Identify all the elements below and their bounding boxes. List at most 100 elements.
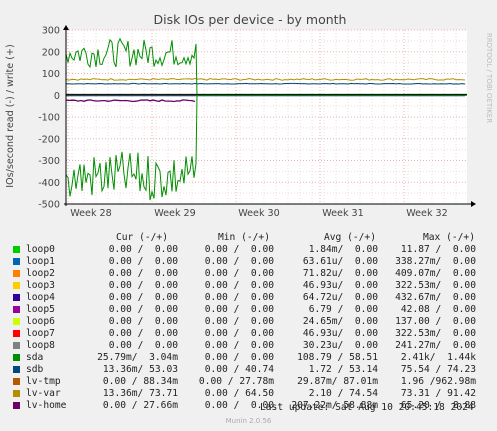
legend-name: loop6 bbox=[26, 316, 55, 327]
last-update: Last update: Sat Aug 10 20:45:18 2024 bbox=[260, 402, 474, 413]
x-tick-label: Week 28 bbox=[70, 208, 112, 219]
y-tick-label: -100 bbox=[38, 113, 60, 124]
legend-max: 2.41k/ 1.44k bbox=[400, 352, 476, 363]
legend-cur: 25.79m/ 3.04m bbox=[97, 352, 178, 363]
legend-name: loop0 bbox=[26, 244, 55, 255]
legend-swatch bbox=[13, 342, 20, 349]
legend-max: 322.53m/ 0.00 bbox=[395, 328, 476, 339]
y-tick-label: -500 bbox=[38, 200, 60, 211]
x-tick-label: Week 32 bbox=[406, 208, 448, 219]
y-tick-label: -400 bbox=[38, 178, 60, 189]
legend-name: loop5 bbox=[26, 304, 55, 315]
legend-row-lv-tmp: lv-tmp 0.00 / 88.34m 0.00 / 27.78m 29.87m/ … bbox=[0, 376, 497, 388]
legend: Cur (-/+) Min (-/+) Avg (-/+) Max (-/+) … bbox=[0, 232, 497, 412]
legend-row-loop8: loop8 0.00 / 0.00 0.00 / 0.00 30.23u/ 0.00 2… bbox=[0, 340, 497, 352]
y-tick-label: -200 bbox=[38, 134, 60, 145]
chart-title: Disk IOs per device - by month bbox=[154, 12, 347, 27]
legend-min: 0.00 / 0.00 bbox=[204, 352, 274, 363]
legend-min: 0.00 / 0.00 bbox=[204, 316, 274, 327]
legend-cur: 13.36m/ 53.03 bbox=[102, 364, 178, 375]
x-tick-label: Week 30 bbox=[238, 208, 280, 219]
legend-min: 0.00 / 40.74 bbox=[204, 364, 274, 375]
header-min: Min (-/+) bbox=[218, 232, 270, 243]
legend-row-sdb: sdb 13.36m/ 53.03 0.00 / 40.74 1.72 / 53.14… bbox=[0, 364, 497, 376]
legend-row-loop1: loop1 0.00 / 0.00 0.00 / 0.00 63.61u/ 0.00 3… bbox=[0, 256, 497, 268]
legend-row-loop2: loop2 0.00 / 0.00 0.00 / 0.00 71.82u/ 0.00 4… bbox=[0, 268, 497, 280]
legend-max: 73.31 / 91.42 bbox=[400, 388, 476, 399]
legend-avg: 6.79 / 0.00 bbox=[308, 304, 378, 315]
legend-min: 0.00 / 0.00 bbox=[204, 256, 274, 267]
legend-cur: 0.00 / 0.00 bbox=[108, 328, 178, 339]
legend-swatch bbox=[13, 258, 20, 265]
legend-name: lv-tmp bbox=[26, 376, 61, 387]
legend-swatch bbox=[13, 270, 20, 277]
legend-rows: loop0 0.00 / 0.00 0.00 / 0.00 1.84m/ 0.00 11… bbox=[0, 244, 497, 412]
legend-swatch bbox=[13, 282, 20, 289]
legend-cur: 0.00 / 0.00 bbox=[108, 244, 178, 255]
chart-svg: Disk IOs per device - by month IOs/secon… bbox=[0, 0, 497, 232]
legend-max: 75.54 / 74.23 bbox=[400, 364, 476, 375]
legend-max: 241.27m/ 0.00 bbox=[395, 340, 476, 351]
legend-row-loop0: loop0 0.00 / 0.00 0.00 / 0.00 1.84m/ 0.00 11… bbox=[0, 244, 497, 256]
legend-avg: 2.10 / 74.54 bbox=[308, 388, 378, 399]
legend-name: loop7 bbox=[26, 328, 55, 339]
legend-name: sda bbox=[26, 352, 44, 363]
legend-row-loop6: loop6 0.00 / 0.00 0.00 / 0.00 24.65m/ 0.00 1… bbox=[0, 316, 497, 328]
legend-avg: 64.72u/ 0.00 bbox=[302, 292, 378, 303]
legend-max: 338.27m/ 0.00 bbox=[395, 256, 476, 267]
legend-min: 0.00 / 0.00 bbox=[204, 340, 274, 351]
x-tick-label: Week 29 bbox=[154, 208, 196, 219]
y-tick-labels: 300 200 100 0 -100 -200 -300 -400 -500 bbox=[38, 26, 60, 211]
legend-cur: 0.00 / 27.66m bbox=[102, 400, 178, 411]
legend-avg: 71.82u/ 0.00 bbox=[302, 268, 378, 279]
legend-name: loop3 bbox=[26, 280, 55, 291]
legend-min: 0.00 / 0.00 bbox=[204, 268, 274, 279]
legend-avg: 108.79 / 58.51 bbox=[297, 352, 378, 363]
legend-avg: 63.61u/ 0.00 bbox=[302, 256, 378, 267]
legend-swatch bbox=[13, 330, 20, 337]
legend-swatch bbox=[13, 318, 20, 325]
legend-swatch bbox=[13, 294, 20, 301]
legend-max: 322.53m/ 0.00 bbox=[395, 280, 476, 291]
legend-row-loop5: loop5 0.00 / 0.00 0.00 / 0.00 6.79 / 0.00 42… bbox=[0, 304, 497, 316]
legend-name: lv-var bbox=[26, 388, 61, 399]
legend-name: loop8 bbox=[26, 340, 55, 351]
legend-name: loop4 bbox=[26, 292, 55, 303]
legend-cur: 0.00 / 0.00 bbox=[108, 340, 178, 351]
legend-avg: 46.93u/ 0.00 bbox=[302, 328, 378, 339]
legend-avg: 24.65m/ 0.00 bbox=[302, 316, 378, 327]
legend-name: loop2 bbox=[26, 268, 55, 279]
y-tick-label: -300 bbox=[38, 156, 60, 167]
legend-swatch bbox=[13, 306, 20, 313]
legend-avg: 30.23u/ 0.00 bbox=[302, 340, 378, 351]
y-tick-label: 100 bbox=[42, 69, 60, 80]
legend-avg: 29.87m/ 87.01m bbox=[297, 376, 378, 387]
x-tick-label: Week 31 bbox=[322, 208, 364, 219]
munin-version: Munin 2.0.56 bbox=[225, 417, 272, 425]
legend-swatch bbox=[13, 354, 20, 361]
legend-min: 0.00 / 0.00 bbox=[204, 292, 274, 303]
legend-row-loop4: loop4 0.00 / 0.00 0.00 / 0.00 64.72u/ 0.00 4… bbox=[0, 292, 497, 304]
legend-cur: 13.36m/ 73.71 bbox=[102, 388, 178, 399]
legend-row-loop7: loop7 0.00 / 0.00 0.00 / 0.00 46.93u/ 0.00 3… bbox=[0, 328, 497, 340]
legend-swatch bbox=[13, 366, 20, 373]
legend-cur: 0.00 / 0.00 bbox=[108, 280, 178, 291]
legend-swatch bbox=[13, 402, 20, 409]
rrdtool-credit: RRDTOOL / TOBI OETIKER bbox=[485, 33, 493, 123]
legend-max: 432.67m/ 0.00 bbox=[395, 292, 476, 303]
legend-cur: 0.00 / 88.34m bbox=[102, 376, 178, 387]
legend-min: 0.00 / 0.00 bbox=[204, 280, 274, 291]
legend-min: 0.00 / 0.00 bbox=[204, 304, 274, 315]
legend-name: lv-home bbox=[26, 400, 67, 411]
legend-min: 0.00 / 0.00 bbox=[204, 244, 274, 255]
legend-row-sda: sda 25.79m/ 3.04m 0.00 / 0.00 108.79 / 58.5… bbox=[0, 352, 497, 364]
legend-cur: 0.00 / 0.00 bbox=[108, 304, 178, 315]
y-axis-label: IOs/second read (-) / write (+) bbox=[5, 44, 16, 188]
legend-header: Cur (-/+) Min (-/+) Avg (-/+) Max (-/+) bbox=[0, 232, 497, 244]
legend-swatch bbox=[13, 390, 20, 397]
header-max: Max (-/+) bbox=[423, 232, 475, 243]
legend-max: 137.00 / 0.00 bbox=[395, 316, 476, 327]
legend-cur: 0.00 / 0.00 bbox=[108, 268, 178, 279]
legend-max: 11.87 / 0.00 bbox=[400, 244, 476, 255]
legend-min: 0.00 / 0.00 bbox=[204, 328, 274, 339]
